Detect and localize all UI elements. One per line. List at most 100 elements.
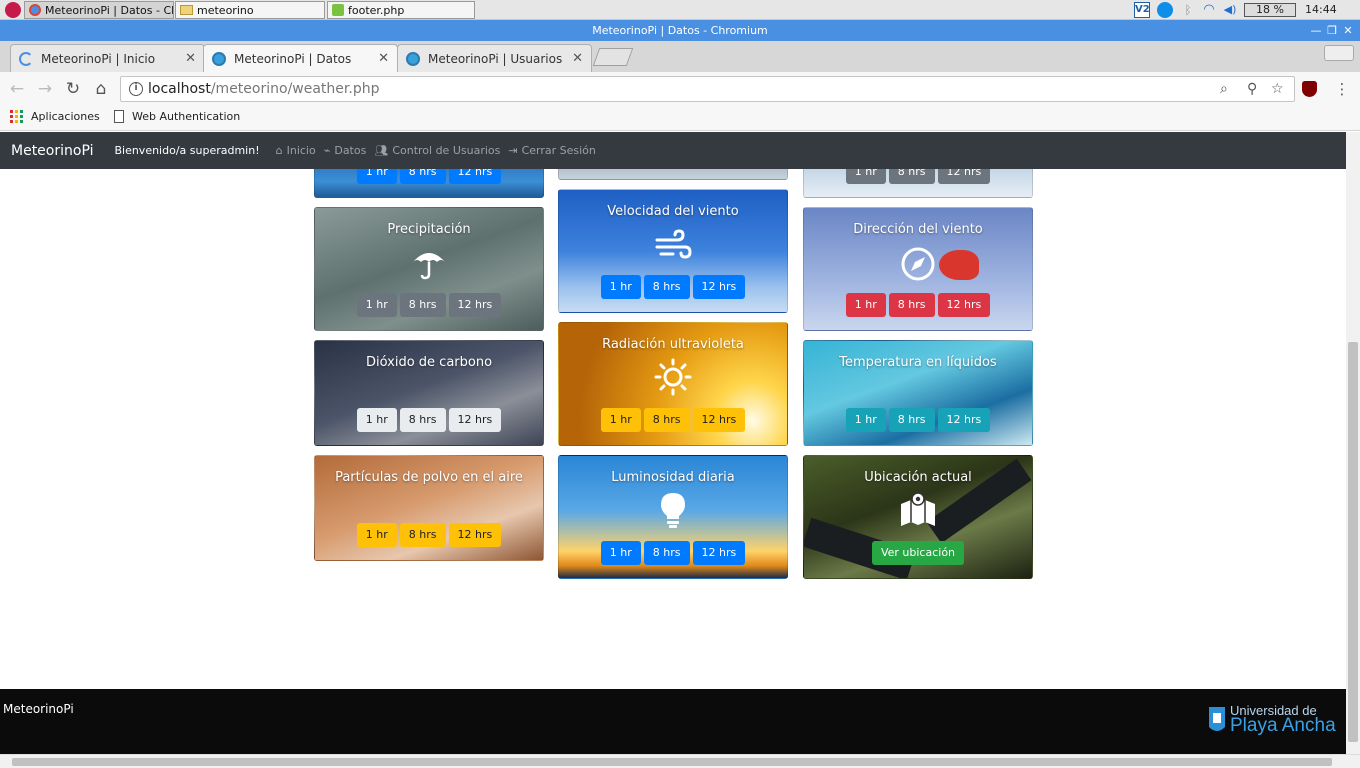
nav-link-datos[interactable]: ⌁ Datos (324, 144, 367, 157)
menu-icon[interactable]: ⋮ (1331, 78, 1353, 100)
browser-toolbar: ← → ↻ ⌂ i localhost/meteorino/weather.ph… (0, 72, 1360, 106)
ublock-icon[interactable] (1302, 81, 1317, 97)
vertical-scrollbar[interactable] (1346, 132, 1360, 754)
bookmark-apps[interactable]: Aplicaciones (10, 110, 100, 123)
card-title: Temperatura en líquidos (839, 355, 997, 370)
nav-link-label: Control de Usuarios (392, 144, 501, 157)
forward-arrow-icon[interactable]: → (34, 78, 56, 100)
loading-spinner-icon (19, 51, 33, 66)
welcome-text: Bienvenido/a superadmin! (114, 144, 260, 157)
tab-inicio[interactable]: MeteorinoPi | Inicio ✕ (10, 44, 205, 72)
raspberry-menu-icon[interactable] (5, 2, 21, 18)
range-1hr-button[interactable]: 1 hr (845, 408, 886, 432)
taskbar-item-editor[interactable]: footer.php (327, 1, 475, 19)
battery-indicator[interactable]: 18 % (1244, 3, 1296, 17)
range-12hrs-button[interactable]: 12 hrs (937, 293, 991, 317)
card-luminosidad-diaria: Luminosidad diaria 1 hr 8 hrs 12 hrs (558, 455, 788, 579)
range-1hr-button[interactable]: 1 hr (600, 408, 641, 432)
tab-datos[interactable]: MeteorinoPi | Datos ✕ (203, 44, 398, 72)
range-1hr-button[interactable]: 1 hr (600, 541, 641, 565)
range-8hrs-button[interactable]: 8 hrs (888, 408, 935, 432)
tab-label: MeteorinoPi | Usuarios (428, 51, 563, 66)
button-group: 1 hr 8 hrs 12 hrs (804, 293, 1032, 317)
umbrella-icon (413, 253, 445, 280)
range-12hrs-button[interactable]: 12 hrs (692, 408, 746, 432)
range-1hr-button[interactable]: 1 hr (600, 275, 641, 299)
button-group: 1 hr 8 hrs 12 hrs (559, 541, 787, 565)
nav-link-usuarios[interactable]: 👥︎ Control de Usuarios (374, 144, 500, 157)
university-logo: Universidad de Playa Ancha (1207, 703, 1343, 737)
bookmark-web-authentication[interactable]: Web Authentication (114, 110, 240, 123)
range-8hrs-button[interactable]: 8 hrs (399, 293, 446, 317)
bookmark-star-icon[interactable]: ☆ (1271, 81, 1284, 97)
page-icon (114, 110, 124, 123)
os-taskbar: MeteorinoPi | Datos - Ch... meteorino fo… (0, 0, 1360, 20)
taskbar-item-folder[interactable]: meteorino (175, 1, 325, 19)
vnc-icon[interactable]: V2 (1134, 2, 1150, 18)
minimize-icon[interactable]: — (1309, 20, 1323, 41)
bluetooth-icon[interactable]: ᛒ (1180, 2, 1196, 18)
range-12hrs-button[interactable]: 12 hrs (448, 408, 502, 432)
site-navbar: MeteorinoPi Bienvenido/a superadmin! ⌂ I… (0, 132, 1346, 169)
home-icon: ⌂ (275, 144, 283, 157)
sign-out-icon: ⇥ (508, 144, 518, 157)
new-tab-button[interactable] (592, 48, 634, 66)
range-12hrs-button[interactable]: 12 hrs (692, 275, 746, 299)
close-tab-icon[interactable]: ✕ (572, 51, 583, 66)
address-bar[interactable]: i localhost/meteorino/weather.php ⌕ ⚲ ☆ (120, 76, 1295, 102)
close-tab-icon[interactable]: ✕ (185, 51, 196, 66)
range-1hr-button[interactable]: 1 hr (356, 293, 397, 317)
volume-icon[interactable]: ◀) (1222, 2, 1238, 18)
logo-line2: Playa Ancha (1230, 715, 1336, 736)
range-8hrs-button[interactable]: 8 hrs (399, 408, 446, 432)
card-temperatura-liquidos: Temperatura en líquidos 1 hr 8 hrs 12 hr… (803, 340, 1033, 446)
close-tab-icon[interactable]: ✕ (378, 51, 389, 66)
horizontal-scrollbar[interactable] (0, 754, 1360, 768)
footer-brand: MeteorinoPi (3, 702, 74, 716)
nav-link-inicio[interactable]: ⌂ Inicio (276, 144, 316, 157)
weathervane-rooster (939, 250, 979, 280)
site-info-icon[interactable]: i (129, 82, 143, 96)
navbar-brand[interactable]: MeteorinoPi (11, 143, 93, 159)
range-12hrs-button[interactable]: 12 hrs (448, 523, 502, 547)
meteorino-favicon-icon (406, 51, 420, 66)
taskbar-item-label: meteorino (197, 3, 254, 17)
range-1hr-button[interactable]: 1 hr (845, 293, 886, 317)
taskbar-item-chromium[interactable]: MeteorinoPi | Datos - Ch... (24, 1, 174, 19)
url-text[interactable]: localhost/meteorino/weather.php (148, 81, 379, 97)
bookmark-label: Aplicaciones (31, 110, 100, 123)
range-12hrs-button[interactable]: 12 hrs (937, 408, 991, 432)
sun-icon (654, 358, 692, 396)
home-icon[interactable]: ⌂ (90, 78, 112, 100)
range-8hrs-button[interactable]: 8 hrs (643, 408, 690, 432)
zoom-icon[interactable]: ⌕ (1220, 81, 1228, 97)
close-window-icon[interactable]: ✕ (1341, 20, 1355, 41)
range-8hrs-button[interactable]: 8 hrs (643, 275, 690, 299)
button-group: 1 hr 8 hrs 12 hrs (559, 408, 787, 432)
restore-icon[interactable]: ❐ (1325, 20, 1339, 41)
extension-key-icon[interactable]: ⚲ (1247, 81, 1257, 97)
horizontal-scroll-thumb[interactable] (12, 758, 1332, 766)
range-1hr-button[interactable]: 1 hr (356, 523, 397, 547)
card-title: Luminosidad diaria (611, 470, 735, 485)
range-8hrs-button[interactable]: 8 hrs (643, 541, 690, 565)
vertical-scroll-thumb[interactable] (1348, 342, 1358, 742)
profile-icon[interactable] (1324, 45, 1354, 61)
editor-icon (332, 4, 344, 16)
wifi-icon[interactable]: ◠ (1201, 2, 1217, 18)
range-1hr-button[interactable]: 1 hr (356, 408, 397, 432)
tab-usuarios[interactable]: MeteorinoPi | Usuarios ✕ (397, 44, 592, 72)
range-12hrs-button[interactable]: 12 hrs (448, 293, 502, 317)
range-8hrs-button[interactable]: 8 hrs (399, 523, 446, 547)
card-title: Dirección del viento (853, 222, 983, 237)
nav-link-logout[interactable]: ⇥ Cerrar Sesión (508, 144, 596, 157)
range-12hrs-button[interactable]: 12 hrs (692, 541, 746, 565)
card-title: Precipitación (387, 222, 471, 237)
teamviewer-icon[interactable] (1157, 2, 1173, 18)
card-ubicacion-actual: Ubicación actual Ver ubicación (803, 455, 1033, 579)
ver-ubicacion-button[interactable]: Ver ubicación (871, 541, 965, 565)
bookmarks-bar: Aplicaciones Web Authentication (0, 106, 1360, 131)
back-arrow-icon[interactable]: ← (6, 78, 28, 100)
range-8hrs-button[interactable]: 8 hrs (888, 293, 935, 317)
reload-icon[interactable]: ↻ (62, 78, 84, 100)
